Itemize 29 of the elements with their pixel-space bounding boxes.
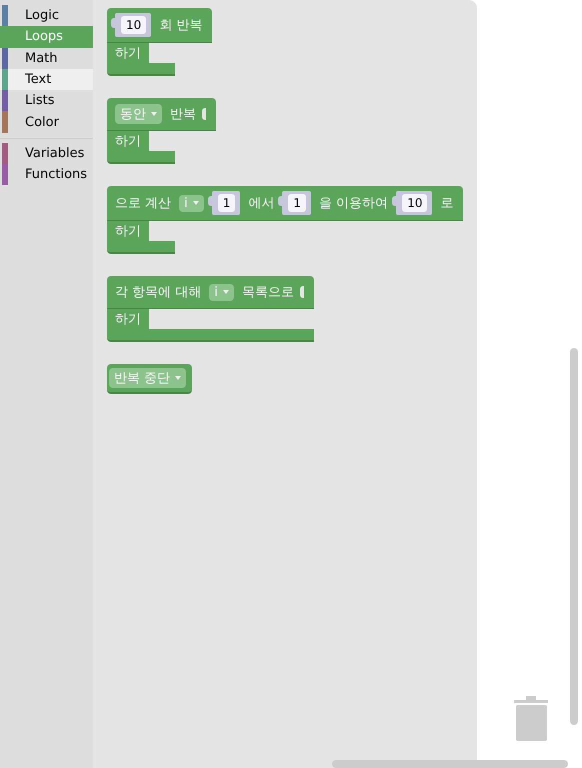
dropdown-arrow-icon bbox=[222, 290, 229, 294]
block-top-bar[interactable]: 으로 계산 i 1 에서 1 을 이용하여 10 로 bbox=[107, 186, 464, 221]
block-label: 에서 bbox=[248, 195, 274, 212]
category-item[interactable]: Functions bbox=[0, 164, 93, 186]
block-label: 을 이용하여 bbox=[319, 195, 388, 212]
block-label: 하기 bbox=[115, 45, 141, 62]
dropdown-arrow-icon bbox=[175, 376, 182, 380]
block-top-bar[interactable]: 10 회 반복 bbox=[107, 8, 212, 43]
category-item[interactable]: Color bbox=[0, 111, 93, 133]
category-item[interactable]: Variables bbox=[0, 142, 93, 164]
block-label: 로 bbox=[440, 195, 454, 212]
block-label: 하기 bbox=[115, 311, 141, 328]
scrollbar[interactable] bbox=[332, 760, 568, 768]
scrollbar[interactable] bbox=[570, 348, 578, 725]
input-socket bbox=[202, 108, 206, 120]
block-label: 각 항목에 대해 bbox=[115, 284, 202, 301]
category-item[interactable]: Logic bbox=[0, 5, 93, 26]
dropdown-arrow-icon bbox=[192, 201, 199, 205]
block-label: 반복 bbox=[170, 106, 196, 123]
category-item[interactable]: Text bbox=[0, 68, 93, 90]
block-label: 목록으로 bbox=[242, 284, 294, 301]
block-label: 회 반복 bbox=[159, 17, 202, 34]
block-label: 하기 bbox=[115, 223, 141, 240]
block-label: 으로 계산 bbox=[115, 195, 172, 212]
category-item[interactable]: Lists bbox=[0, 90, 93, 112]
input-socket bbox=[300, 286, 304, 298]
category-item[interactable]: Math bbox=[0, 48, 93, 69]
dropdown-arrow-icon bbox=[151, 112, 157, 116]
block-label: 하기 bbox=[115, 133, 141, 150]
